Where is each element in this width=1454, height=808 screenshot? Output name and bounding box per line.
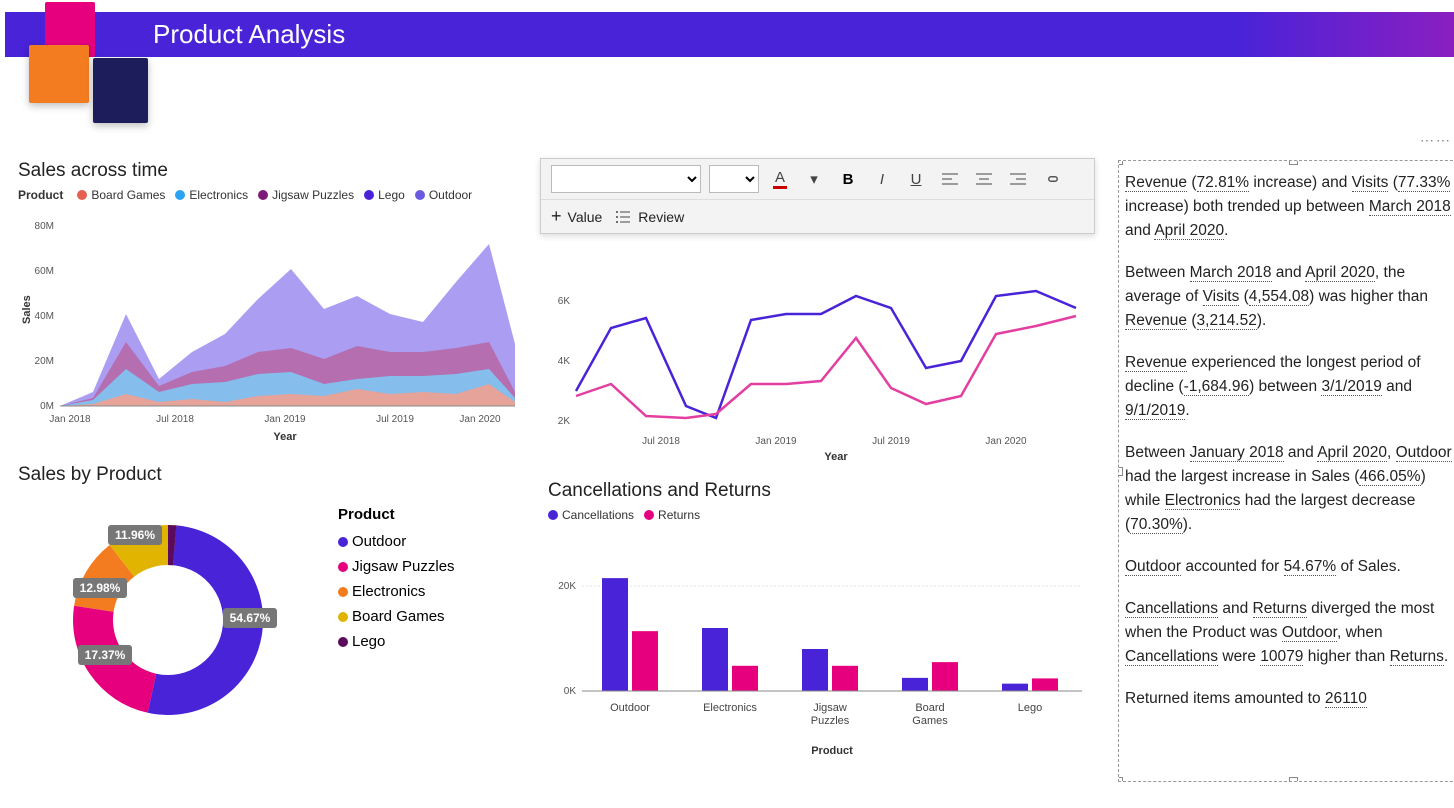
svg-text:Jan 2018: Jan 2018 <box>49 414 91 425</box>
svg-text:80M: 80M <box>35 221 54 232</box>
legend-item[interactable]: Board Games <box>77 188 165 202</box>
legend-item[interactable]: Cancellations <box>548 508 634 522</box>
svg-text:12.98%: 12.98% <box>80 581 121 595</box>
svg-text:Jul 2019: Jul 2019 <box>872 436 910 447</box>
svg-text:11.96%: 11.96% <box>115 528 155 542</box>
value-label: Value <box>568 209 603 225</box>
font-size-select[interactable] <box>709 165 759 193</box>
text-format-toolbar: A ▾ B I U + Value Review <box>540 158 1095 234</box>
legend-item[interactable]: Jigsaw Puzzles <box>338 558 455 575</box>
chart-revenue-visits[interactable]: 2K 4K 6K Jul 2018 Jan 2019 Jul 2019 Jan … <box>548 252 1088 462</box>
svg-text:2K: 2K <box>558 416 571 427</box>
svg-text:Jan 2020: Jan 2020 <box>459 414 501 425</box>
svg-text:6K: 6K <box>558 296 571 307</box>
svg-text:Jan 2020: Jan 2020 <box>985 436 1027 447</box>
bold-button[interactable]: B <box>835 166 861 192</box>
page-title: Product Analysis <box>153 19 345 50</box>
font-color-button[interactable]: A <box>767 166 793 192</box>
svg-text:Jul 2019: Jul 2019 <box>376 414 414 425</box>
svg-text:Jul 2018: Jul 2018 <box>642 436 680 447</box>
insight-text: Between March 2018 and April 2020, the a… <box>1125 261 1454 333</box>
svg-text:Board: Board <box>915 702 944 714</box>
svg-text:Games: Games <box>912 715 948 727</box>
chart1-legend: Product Board Games Electronics Jigsaw P… <box>18 188 538 202</box>
underline-button[interactable]: U <box>903 166 929 192</box>
svg-text:40M: 40M <box>35 311 54 322</box>
legend-item[interactable]: Lego <box>364 188 405 202</box>
link-button[interactable] <box>1039 166 1065 192</box>
drag-handle-icon[interactable]: ⋯⋯ <box>1420 132 1452 149</box>
svg-text:Year: Year <box>273 431 297 443</box>
svg-text:Sales: Sales <box>21 295 33 324</box>
svg-text:17.37%: 17.37% <box>85 648 126 662</box>
svg-text:54.67%: 54.67% <box>230 611 271 625</box>
logo <box>15 0 140 130</box>
svg-text:Product: Product <box>811 745 853 757</box>
add-value-button[interactable]: + Value <box>551 206 602 227</box>
svg-text:4K: 4K <box>558 356 571 367</box>
align-left-button[interactable] <box>937 166 963 192</box>
font-family-select[interactable] <box>551 165 701 193</box>
column-middle: 2K 4K 6K Jul 2018 Jan 2019 Jul 2019 Jan … <box>548 160 1108 798</box>
legend-item[interactable]: Jigsaw Puzzles <box>258 188 354 202</box>
legend-item[interactable]: Lego <box>338 633 455 650</box>
legend-item[interactable]: Electronics <box>175 188 248 202</box>
chart3-legend: Product Outdoor Jigsaw Puzzles Electroni… <box>338 506 455 750</box>
chart-sales-across-time[interactable]: 0M 20M 40M 60M 80M Sales Jan 2018 Jul 20… <box>18 206 528 446</box>
font-color-dropdown-icon[interactable]: ▾ <box>801 166 827 192</box>
insight-text: Revenue (72.81% increase) and Visits (77… <box>1125 171 1454 243</box>
header-bar: Product Analysis <box>5 12 1454 57</box>
svg-text:20K: 20K <box>558 581 576 592</box>
smart-narrative[interactable]: Revenue (72.81% increase) and Visits (77… <box>1118 160 1454 782</box>
legend-item[interactable]: Returns <box>644 508 700 522</box>
insight-text: Outdoor accounted for 54.67% of Sales. <box>1125 555 1454 579</box>
review-label: Review <box>638 209 684 225</box>
align-right-button[interactable] <box>1005 166 1031 192</box>
chart4-legend: Cancellations Returns <box>548 508 1108 522</box>
chart1-title: Sales across time <box>18 160 538 182</box>
svg-text:Jul 2018: Jul 2018 <box>156 414 194 425</box>
legend-label: Product <box>18 188 63 202</box>
svg-text:Jan 2019: Jan 2019 <box>264 414 306 425</box>
legend-item[interactable]: Electronics <box>338 583 455 600</box>
list-check-icon <box>616 210 632 224</box>
chart3-title: Sales by Product <box>18 464 538 486</box>
svg-text:Electronics: Electronics <box>703 702 757 714</box>
chart4-title: Cancellations and Returns <box>548 480 1108 502</box>
review-button[interactable]: Review <box>616 209 684 225</box>
align-center-button[interactable] <box>971 166 997 192</box>
svg-text:Outdoor: Outdoor <box>610 702 650 714</box>
svg-text:Year: Year <box>824 451 848 462</box>
svg-text:Jan 2019: Jan 2019 <box>755 436 797 447</box>
plus-icon: + <box>551 206 562 227</box>
legend-item[interactable]: Board Games <box>338 608 455 625</box>
svg-text:60M: 60M <box>35 266 54 277</box>
chart-cancellations-returns[interactable]: 0K 20K Product Outdoor Electronics JigsawP… <box>548 526 1088 776</box>
svg-text:Jigsaw: Jigsaw <box>813 702 847 714</box>
italic-button[interactable]: I <box>869 166 895 192</box>
legend-label: Product <box>338 506 455 523</box>
column-right: Revenue (72.81% increase) and Visits (77… <box>1118 160 1454 798</box>
column-left: Sales across time Product Board Games El… <box>18 160 538 798</box>
legend-item[interactable]: Outdoor <box>415 188 472 202</box>
insight-text: Revenue experienced the longest period o… <box>1125 351 1454 423</box>
insight-text: Between January 2018 and April 2020, Out… <box>1125 441 1454 537</box>
svg-text:0K: 0K <box>564 686 577 697</box>
svg-text:20M: 20M <box>35 356 54 367</box>
insight-text: Returned items amounted to 26110 <box>1125 687 1454 711</box>
svg-text:Puzzles: Puzzles <box>811 715 850 727</box>
insight-text: Cancellations and Returns diverged the m… <box>1125 597 1454 669</box>
svg-text:0M: 0M <box>40 401 54 412</box>
chart-sales-by-product[interactable]: 11.96% 12.98% 17.37% 54.67% <box>18 500 318 750</box>
legend-item[interactable]: Outdoor <box>338 533 455 550</box>
svg-text:Lego: Lego <box>1018 702 1042 714</box>
